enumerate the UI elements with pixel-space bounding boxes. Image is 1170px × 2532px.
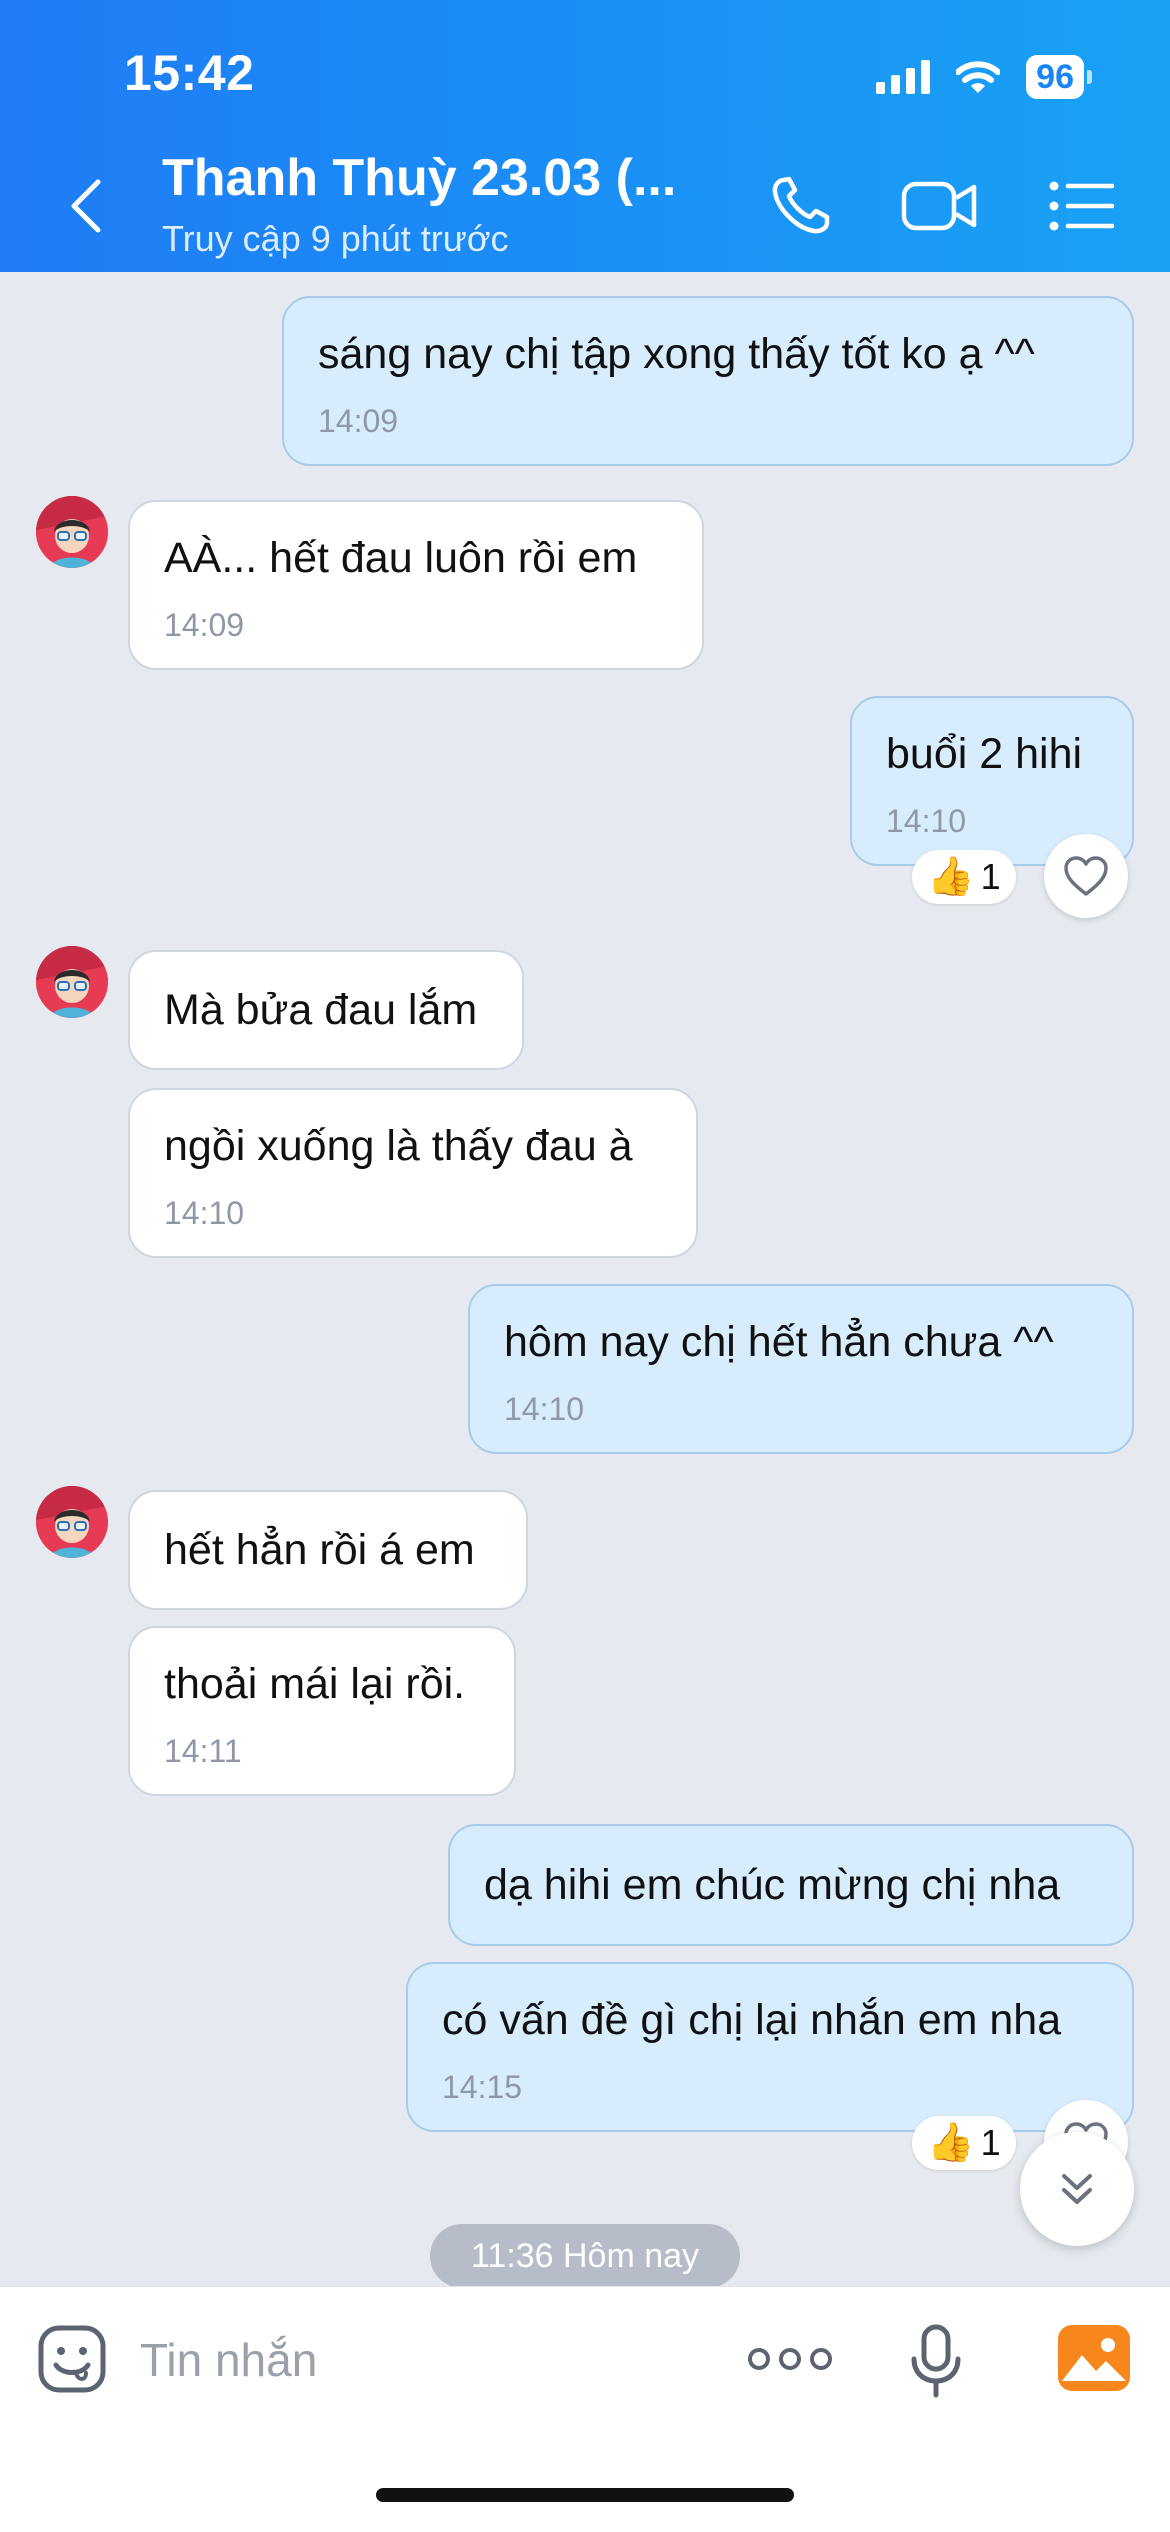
incoming-message[interactable]: AÀ... hết đau luôn rồi em 14:09 xyxy=(128,500,704,670)
incoming-message[interactable]: hết hẳn rồi á em xyxy=(128,1490,528,1610)
video-call-icon[interactable] xyxy=(900,170,980,242)
sticker-emoji-icon[interactable] xyxy=(36,2323,108,2395)
message-time: 14:10 xyxy=(886,803,967,839)
message-text: hôm nay chị hết hẳn chưa ^^ xyxy=(504,1318,1054,1366)
contact-last-seen: Truy cập 9 phút trước xyxy=(162,218,509,259)
battery-icon: 96 xyxy=(1026,55,1092,99)
microphone-icon[interactable] xyxy=(906,2323,966,2399)
status-time: 15:42 xyxy=(124,45,255,101)
cellular-signal-icon xyxy=(876,60,931,94)
wifi-icon xyxy=(956,61,1001,93)
menu-list-icon[interactable] xyxy=(1040,170,1120,242)
message-text: AÀ... hết đau luôn rồi em xyxy=(164,534,638,582)
message-text: thoải mái lại rồi. xyxy=(164,1660,466,1708)
message-input[interactable] xyxy=(140,2323,700,2397)
phone-call-icon[interactable] xyxy=(764,170,844,242)
message-time: 14:11 xyxy=(164,1733,242,1769)
contact-avatar[interactable] xyxy=(36,946,108,1018)
more-options-icon[interactable] xyxy=(748,2339,832,2379)
home-indicator xyxy=(376,2488,794,2502)
message-text: sáng nay chị tập xong thấy tốt ko ạ ^^ xyxy=(318,330,1035,378)
reaction-count: 1 xyxy=(980,856,1001,897)
message-time: 14:10 xyxy=(164,1195,245,1231)
contact-name[interactable]: Thanh Thuỳ 23.03 (... xyxy=(162,148,676,208)
outgoing-message[interactable]: có vấn đề gì chị lại nhắn em nha 14:15 xyxy=(406,1962,1134,2132)
react-heart-button[interactable] xyxy=(1044,834,1128,918)
contact-avatar[interactable] xyxy=(36,1486,108,1558)
contact-avatar[interactable] xyxy=(36,496,108,568)
message-time: 14:09 xyxy=(318,403,399,439)
double-chevron-down-icon xyxy=(1062,2174,1092,2204)
incoming-message[interactable]: ngồi xuống là thấy đau à 14:10 xyxy=(128,1088,698,1258)
message-time: 14:09 xyxy=(164,607,245,643)
thumbs-up-icon: 👍 xyxy=(927,2122,975,2164)
message-text: có vấn đề gì chị lại nhắn em nha xyxy=(442,1996,1062,2044)
message-text: ngồi xuống là thấy đau à xyxy=(164,1122,633,1170)
outgoing-message[interactable]: hôm nay chị hết hẳn chưa ^^ 14:10 xyxy=(468,1284,1134,1454)
message-text: Mà bửa đau lắm xyxy=(164,985,478,1034)
incoming-message[interactable]: thoải mái lại rồi. 14:11 xyxy=(128,1626,516,1796)
reaction-count: 1 xyxy=(980,2122,1001,2163)
reaction-badge[interactable]: 👍 1 xyxy=(912,2116,1016,2170)
message-text: hết hẳn rồi á em xyxy=(164,1525,475,1574)
reaction-badge[interactable]: 👍 1 xyxy=(912,850,1016,904)
message-time: 14:10 xyxy=(504,1391,585,1427)
message-time: 14:15 xyxy=(442,2069,523,2105)
battery-level: 96 xyxy=(1026,55,1084,99)
outgoing-message[interactable]: sáng nay chị tập xong thấy tốt ko ạ ^^ 1… xyxy=(282,296,1134,466)
heart-icon xyxy=(1064,856,1108,896)
thumbs-up-icon: 👍 xyxy=(927,856,975,898)
scroll-to-bottom-button[interactable] xyxy=(1020,2132,1134,2246)
back-arrow-icon[interactable] xyxy=(62,176,112,236)
chat-header: 15:42 96 Thanh Thuỳ 23.03 (... Truy cập … xyxy=(0,0,1170,272)
outgoing-message[interactable]: dạ hihi em chúc mừng chị nha xyxy=(448,1824,1134,1946)
photo-gallery-icon[interactable] xyxy=(1056,2323,1132,2393)
date-separator: 11:36 Hôm nay xyxy=(430,2224,740,2288)
message-text: buổi 2 hihi xyxy=(886,730,1083,778)
status-indicators: 96 xyxy=(876,52,1092,102)
incoming-message[interactable]: Mà bửa đau lắm xyxy=(128,950,524,1070)
message-text: dạ hihi em chúc mừng chị nha xyxy=(484,1860,1061,1909)
